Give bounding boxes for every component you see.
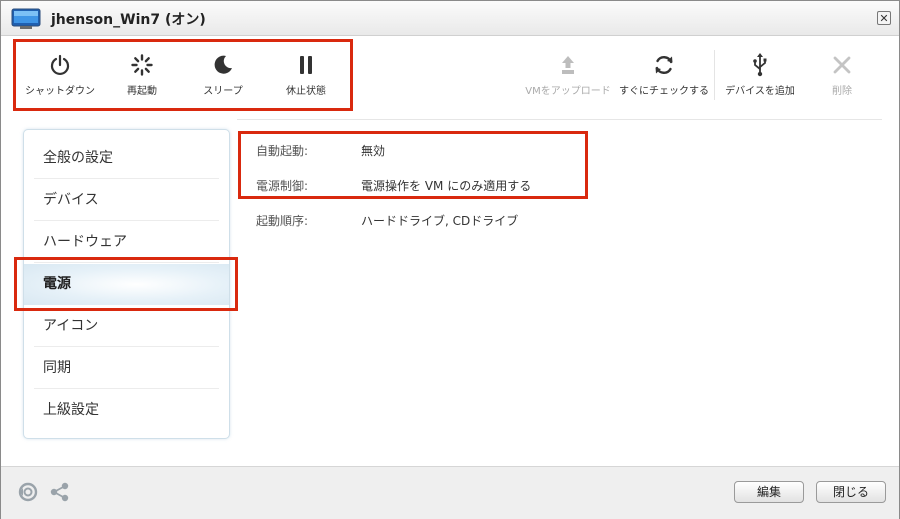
sidebar-item-label: 同期 bbox=[43, 360, 71, 376]
vm-settings-window: jhenson_Win7 (オン) ✕ シャットダウン 再起動 スリープ 休止状… bbox=[0, 0, 900, 519]
refresh-icon bbox=[655, 56, 673, 74]
sidebar-item-advanced[interactable]: 上級設定 bbox=[24, 390, 229, 431]
upload-icon bbox=[562, 56, 574, 74]
upload-vm-label: VMをアップロード bbox=[525, 86, 611, 97]
add-device-label: デバイスを追加 bbox=[725, 86, 795, 97]
edit-button[interactable]: 編集 bbox=[734, 481, 804, 503]
sidebar-item-label: 上級設定 bbox=[43, 402, 99, 418]
usb-icon bbox=[753, 53, 767, 77]
check-now-label: すぐにチェックする bbox=[619, 86, 709, 97]
monitor-icon bbox=[11, 8, 41, 29]
delete-label: 削除 bbox=[832, 86, 852, 97]
sidebar-item-label: 全般の設定 bbox=[43, 150, 113, 166]
sidebar-item-label: デバイス bbox=[43, 192, 99, 208]
boot-order-label: 起動順序: bbox=[256, 214, 309, 228]
share-icon[interactable] bbox=[49, 481, 71, 503]
close-icon[interactable]: ✕ bbox=[877, 11, 891, 25]
highlight-box-power-settings bbox=[238, 131, 588, 199]
footer-bar: 編集 閉じる bbox=[1, 466, 899, 519]
sidebar-item-devices[interactable]: デバイス bbox=[24, 180, 229, 221]
close-button[interactable]: 閉じる bbox=[816, 481, 886, 503]
toolbar-divider bbox=[237, 119, 882, 120]
sidebar-item-icon[interactable]: アイコン bbox=[24, 306, 229, 347]
boot-order-value: ハードドライブ, CDドライブ bbox=[361, 214, 519, 228]
title-bar: jhenson_Win7 (オン) ✕ bbox=[1, 1, 899, 36]
delete-icon bbox=[833, 56, 851, 74]
window-title: jhenson_Win7 (オン) bbox=[51, 12, 206, 28]
sidebar-item-label: アイコン bbox=[43, 318, 99, 334]
highlight-box-power-actions bbox=[13, 39, 353, 111]
sidebar-item-label: ハードウェア bbox=[43, 234, 127, 250]
add-device-button[interactable]: デバイスを追加 bbox=[715, 48, 805, 97]
upload-vm-button[interactable]: VMをアップロード bbox=[523, 48, 613, 97]
help-ring-icon[interactable] bbox=[17, 481, 39, 503]
sidebar-item-general[interactable]: 全般の設定 bbox=[24, 138, 229, 179]
sidebar-item-sync[interactable]: 同期 bbox=[24, 348, 229, 389]
highlight-box-power-tab bbox=[14, 257, 238, 311]
delete-button[interactable]: 削除 bbox=[797, 48, 887, 97]
check-now-button[interactable]: すぐにチェックする bbox=[619, 48, 709, 97]
